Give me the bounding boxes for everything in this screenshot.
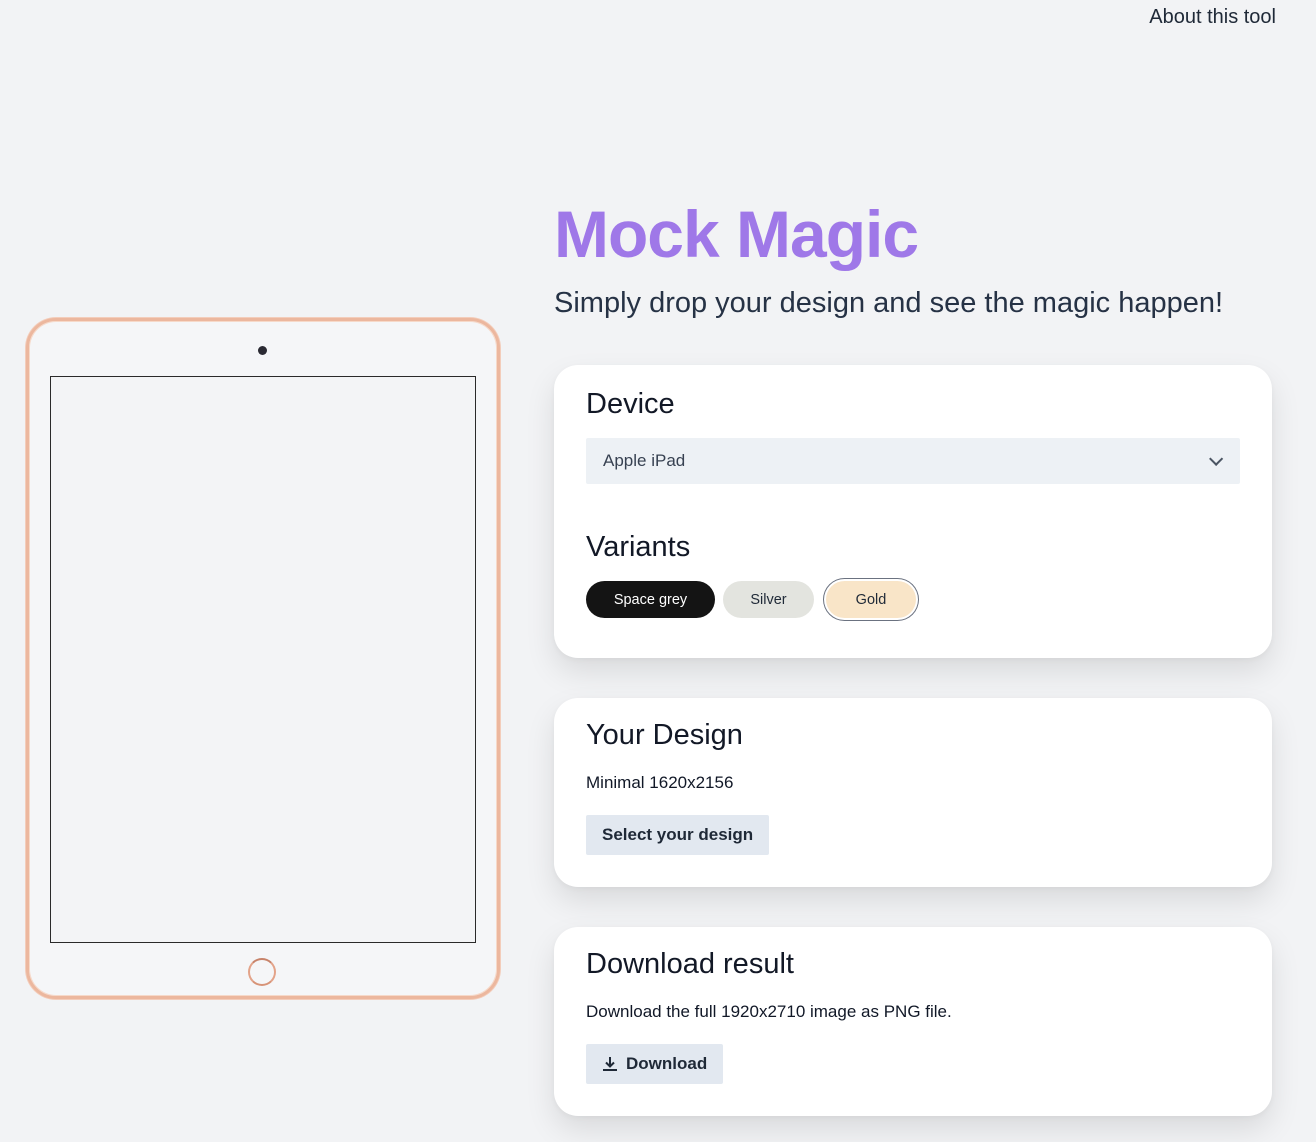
device-select[interactable]: Apple iPad <box>586 438 1240 484</box>
about-link[interactable]: About this tool <box>1149 6 1276 29</box>
page-subtitle: Simply drop your design and see the magi… <box>554 287 1224 319</box>
chevron-down-icon <box>1209 451 1224 466</box>
design-card: Your Design Minimal 1620x2156 Select you… <box>554 698 1272 887</box>
device-preview <box>26 318 500 999</box>
home-button-icon <box>248 958 276 986</box>
variant-gold-button[interactable]: Gold <box>826 581 916 618</box>
device-select-value: Apple iPad <box>603 451 686 470</box>
device-heading: Device <box>586 388 675 420</box>
camera-dot <box>258 346 267 355</box>
select-design-label: Select your design <box>602 825 754 844</box>
page-title: Mock Magic <box>554 197 919 271</box>
download-button[interactable]: Download <box>586 1044 724 1084</box>
device-card: Device Apple iPad Variants Space grey Si… <box>554 365 1272 658</box>
variant-space-grey-button[interactable]: Space grey <box>586 581 715 618</box>
design-size-hint: Minimal 1620x2156 <box>586 773 734 792</box>
variant-silver-button[interactable]: Silver <box>723 581 814 618</box>
select-design-button[interactable]: Select your design <box>586 815 770 855</box>
variant-selector: Space grey Silver Gold <box>586 581 916 618</box>
device-screen <box>50 376 476 943</box>
download-heading: Download result <box>586 948 794 980</box>
download-card: Download result Download the full 1920x2… <box>554 927 1272 1116</box>
download-label: Download <box>626 1054 708 1073</box>
variants-heading: Variants <box>586 531 691 563</box>
download-description: Download the full 1920x2710 image as PNG… <box>586 1002 952 1021</box>
design-heading: Your Design <box>586 719 743 751</box>
download-icon <box>603 1057 617 1071</box>
